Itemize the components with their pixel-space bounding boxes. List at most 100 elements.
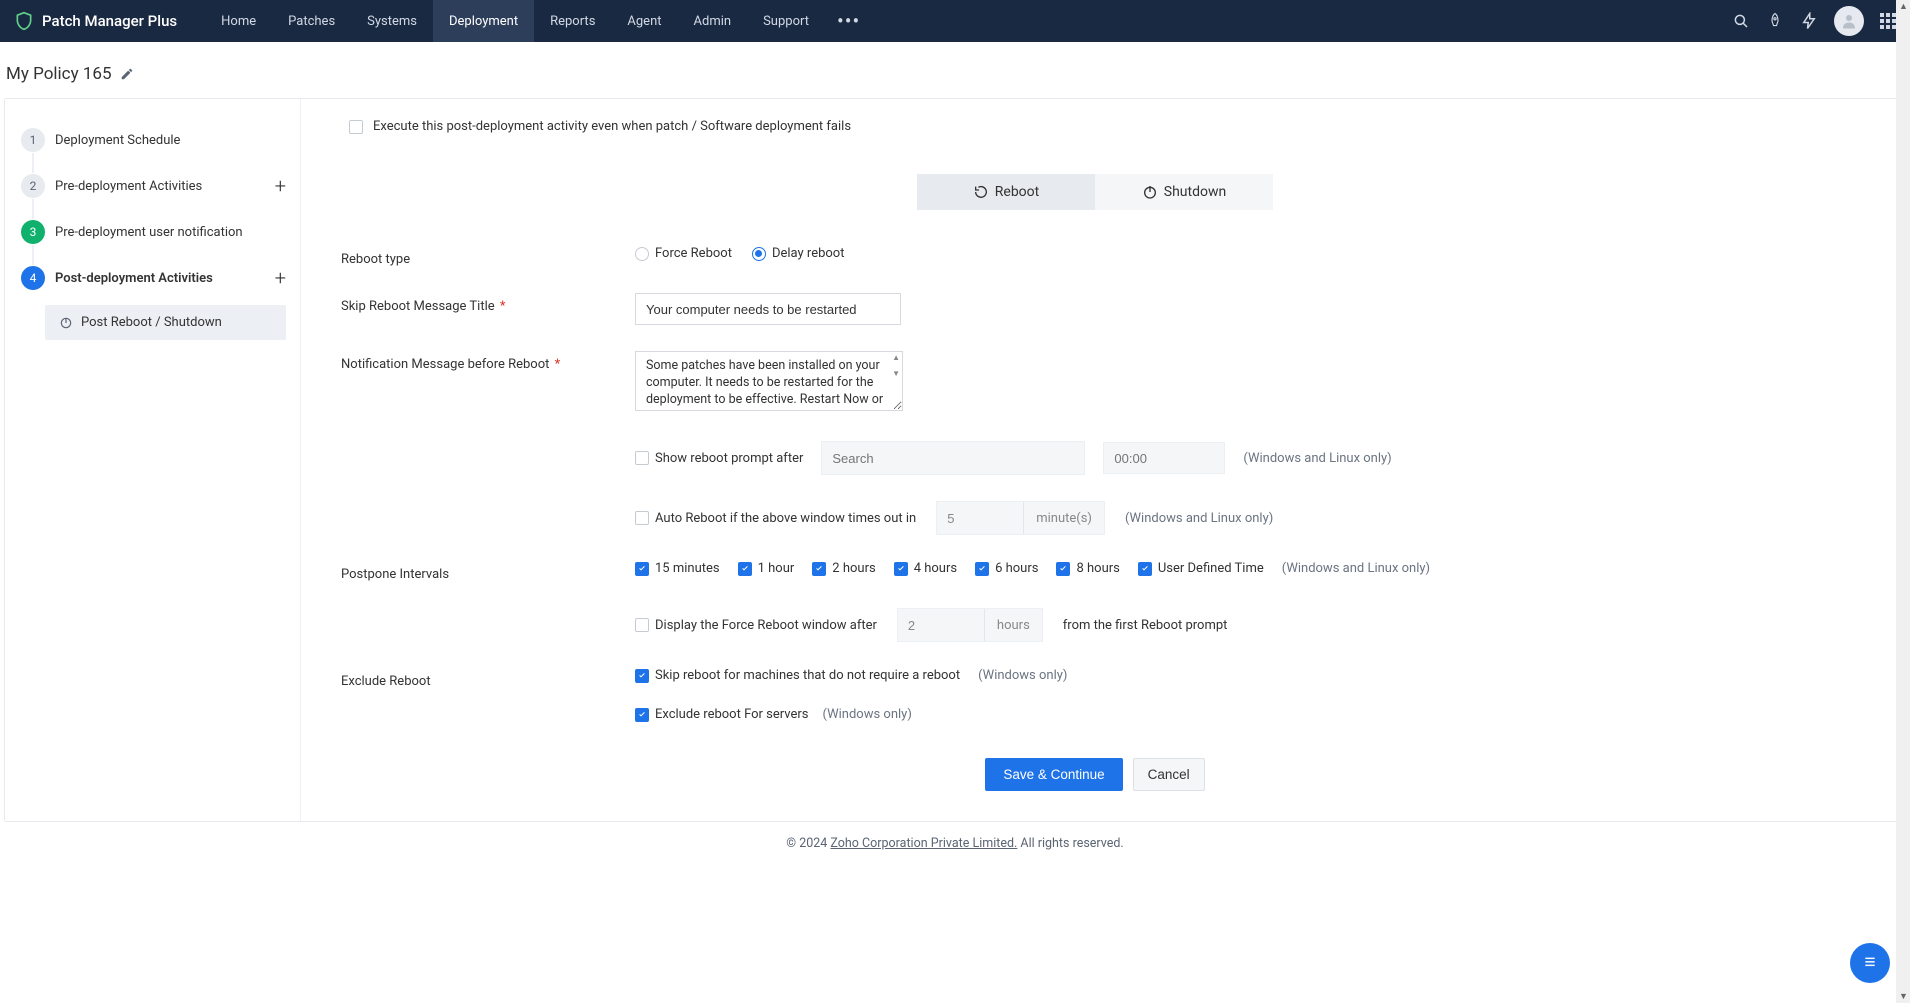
page-scrollbar[interactable]: ▲ ▼ <box>1896 0 1910 1003</box>
top-nav: Patch Manager Plus Home Patches Systems … <box>0 0 1910 42</box>
apps-grid-icon[interactable] <box>1880 13 1896 29</box>
force-reboot-suffix: from the first Reboot prompt <box>1063 618 1228 633</box>
force-reboot-input-group: hours <box>897 608 1043 642</box>
radio-label: Delay reboot <box>772 246 845 261</box>
step-deployment-schedule[interactable]: 1 Deployment Schedule <box>5 117 300 163</box>
exclude-servers-checkbox[interactable] <box>635 708 649 722</box>
label-notification-message: Notification Message before Reboot * <box>341 351 635 372</box>
auto-reboot-unit: minute(s) <box>1023 502 1104 534</box>
postpone-hint: (Windows and Linux only) <box>1282 561 1430 576</box>
label-reboot-type: Reboot type <box>341 246 635 267</box>
notification-message-textarea[interactable] <box>635 351 903 411</box>
postpone-6hours-checkbox[interactable] <box>975 562 989 576</box>
brand: Patch Manager Plus <box>14 11 177 31</box>
sub-item-post-reboot-shutdown[interactable]: Post Reboot / Shutdown <box>45 305 286 340</box>
auto-reboot-checkbox[interactable] <box>635 511 649 525</box>
radio-delay-reboot[interactable]: Delay reboot <box>752 246 845 261</box>
exclude-servers-label: Exclude reboot For servers <box>655 707 809 722</box>
cancel-button[interactable]: Cancel <box>1133 758 1205 791</box>
step-number: 1 <box>21 128 45 152</box>
nav-tab-systems[interactable]: Systems <box>351 0 433 42</box>
nav-tab-support[interactable]: Support <box>747 0 825 42</box>
force-reboot-value-input[interactable] <box>898 618 984 633</box>
search-icon[interactable] <box>1732 12 1750 30</box>
step-label: Pre-deployment Activities <box>55 179 275 194</box>
radio-icon <box>752 247 766 261</box>
skip-title-input[interactable] <box>635 293 901 325</box>
scroll-to-top-button[interactable] <box>1850 943 1890 983</box>
form-main: Execute this post-deployment activity ev… <box>301 99 1905 821</box>
row-show-prompt: Show reboot prompt after (Windows and Li… <box>341 441 1849 475</box>
postpone-8hours-checkbox[interactable] <box>1056 562 1070 576</box>
edit-title-icon[interactable] <box>120 67 134 81</box>
toggle-shutdown[interactable]: Shutdown <box>1095 174 1273 210</box>
row-auto-reboot: Auto Reboot if the above window times ou… <box>341 501 1849 535</box>
row-exclude-reboot: Exclude Reboot Skip reboot for machines … <box>341 668 1849 689</box>
execute-on-fail-checkbox[interactable] <box>349 120 363 134</box>
show-prompt-search-input[interactable] <box>821 441 1085 475</box>
nav-tab-admin[interactable]: Admin <box>678 0 748 42</box>
auto-reboot-hint: (Windows and Linux only) <box>1125 511 1273 526</box>
row-reboot-type: Reboot type Force Reboot Delay reboot <box>341 246 1849 267</box>
nav-more-button[interactable]: ••• <box>825 0 872 42</box>
step-post-deployment-activities[interactable]: 4 Post-deployment Activities + <box>5 255 300 301</box>
textarea-scroll-buttons[interactable]: ▲▼ <box>892 354 900 378</box>
label-postpone: Postpone Intervals <box>341 561 635 582</box>
postpone-2hours-checkbox[interactable] <box>812 562 826 576</box>
nav-tab-agent[interactable]: Agent <box>611 0 677 42</box>
save-continue-button[interactable]: Save & Continue <box>985 758 1122 791</box>
skip-reboot-checkbox[interactable] <box>635 669 649 683</box>
step-label: Deployment Schedule <box>55 133 286 148</box>
expand-icon[interactable]: + <box>275 266 286 290</box>
reboot-icon <box>973 184 989 200</box>
brand-name: Patch Manager Plus <box>42 12 177 30</box>
label-exclude-reboot: Exclude Reboot <box>341 668 635 689</box>
row-force-reboot-window: Display the Force Reboot window after ho… <box>341 608 1849 642</box>
radio-force-reboot[interactable]: Force Reboot <box>635 246 732 261</box>
nav-tab-patches[interactable]: Patches <box>272 0 351 42</box>
nav-tab-deployment[interactable]: Deployment <box>433 0 534 42</box>
step-number: 4 <box>21 266 45 290</box>
execute-on-fail-label: Execute this post-deployment activity ev… <box>373 119 851 134</box>
force-reboot-window-checkbox[interactable] <box>635 618 649 632</box>
reboot-shutdown-toggle: Reboot Shutdown <box>917 174 1273 210</box>
show-prompt-checkbox[interactable] <box>635 451 649 465</box>
row-exclude-servers: Exclude reboot For servers (Windows only… <box>341 707 1849 722</box>
nav-tab-home[interactable]: Home <box>205 0 272 42</box>
postpone-15min-checkbox[interactable] <box>635 562 649 576</box>
force-reboot-window-label: Display the Force Reboot window after <box>655 618 877 633</box>
page-title: My Policy 165 <box>6 64 112 84</box>
show-prompt-time-input[interactable] <box>1103 442 1225 474</box>
shutdown-icon <box>1142 184 1158 200</box>
step-label: Pre-deployment user notification <box>55 225 286 240</box>
show-prompt-hint: (Windows and Linux only) <box>1243 451 1391 466</box>
toggle-shutdown-label: Shutdown <box>1164 184 1226 200</box>
skip-reboot-hint: (Windows only) <box>978 668 1067 683</box>
postpone-1hour-checkbox[interactable] <box>738 562 752 576</box>
step-pre-deployment-user-notification[interactable]: 3 Pre-deployment user notification <box>5 209 300 255</box>
bolt-icon[interactable] <box>1800 12 1818 30</box>
toggle-reboot[interactable]: Reboot <box>917 174 1095 210</box>
content-panel: 1 Deployment Schedule 2 Pre-deployment A… <box>4 98 1906 822</box>
nav-right <box>1732 6 1896 36</box>
show-prompt-label: Show reboot prompt after <box>655 451 803 466</box>
row-postpone-intervals: Postpone Intervals 15 minutes 1 hour 2 h… <box>341 561 1849 582</box>
nav-tab-reports[interactable]: Reports <box>534 0 611 42</box>
toggle-reboot-label: Reboot <box>995 184 1039 200</box>
expand-icon[interactable]: + <box>275 174 286 198</box>
step-pre-deployment-activities[interactable]: 2 Pre-deployment Activities + <box>5 163 300 209</box>
auto-reboot-timeout-input[interactable] <box>937 511 1023 526</box>
footer-link[interactable]: Zoho Corporation Private Limited. <box>830 836 1017 851</box>
power-icon <box>59 316 73 330</box>
exclude-servers-hint: (Windows only) <box>823 707 912 722</box>
rocket-icon[interactable] <box>1766 12 1784 30</box>
postpone-4hours-checkbox[interactable] <box>894 562 908 576</box>
nav-tabs: Home Patches Systems Deployment Reports … <box>205 0 872 42</box>
user-avatar[interactable] <box>1834 6 1864 36</box>
postpone-user-defined-checkbox[interactable] <box>1138 562 1152 576</box>
auto-reboot-timeout-input-group: minute(s) <box>936 501 1105 535</box>
auto-reboot-label: Auto Reboot if the above window times ou… <box>655 511 916 526</box>
step-number: 2 <box>21 174 45 198</box>
step-number: 3 <box>21 220 45 244</box>
force-reboot-unit: hours <box>984 609 1042 641</box>
